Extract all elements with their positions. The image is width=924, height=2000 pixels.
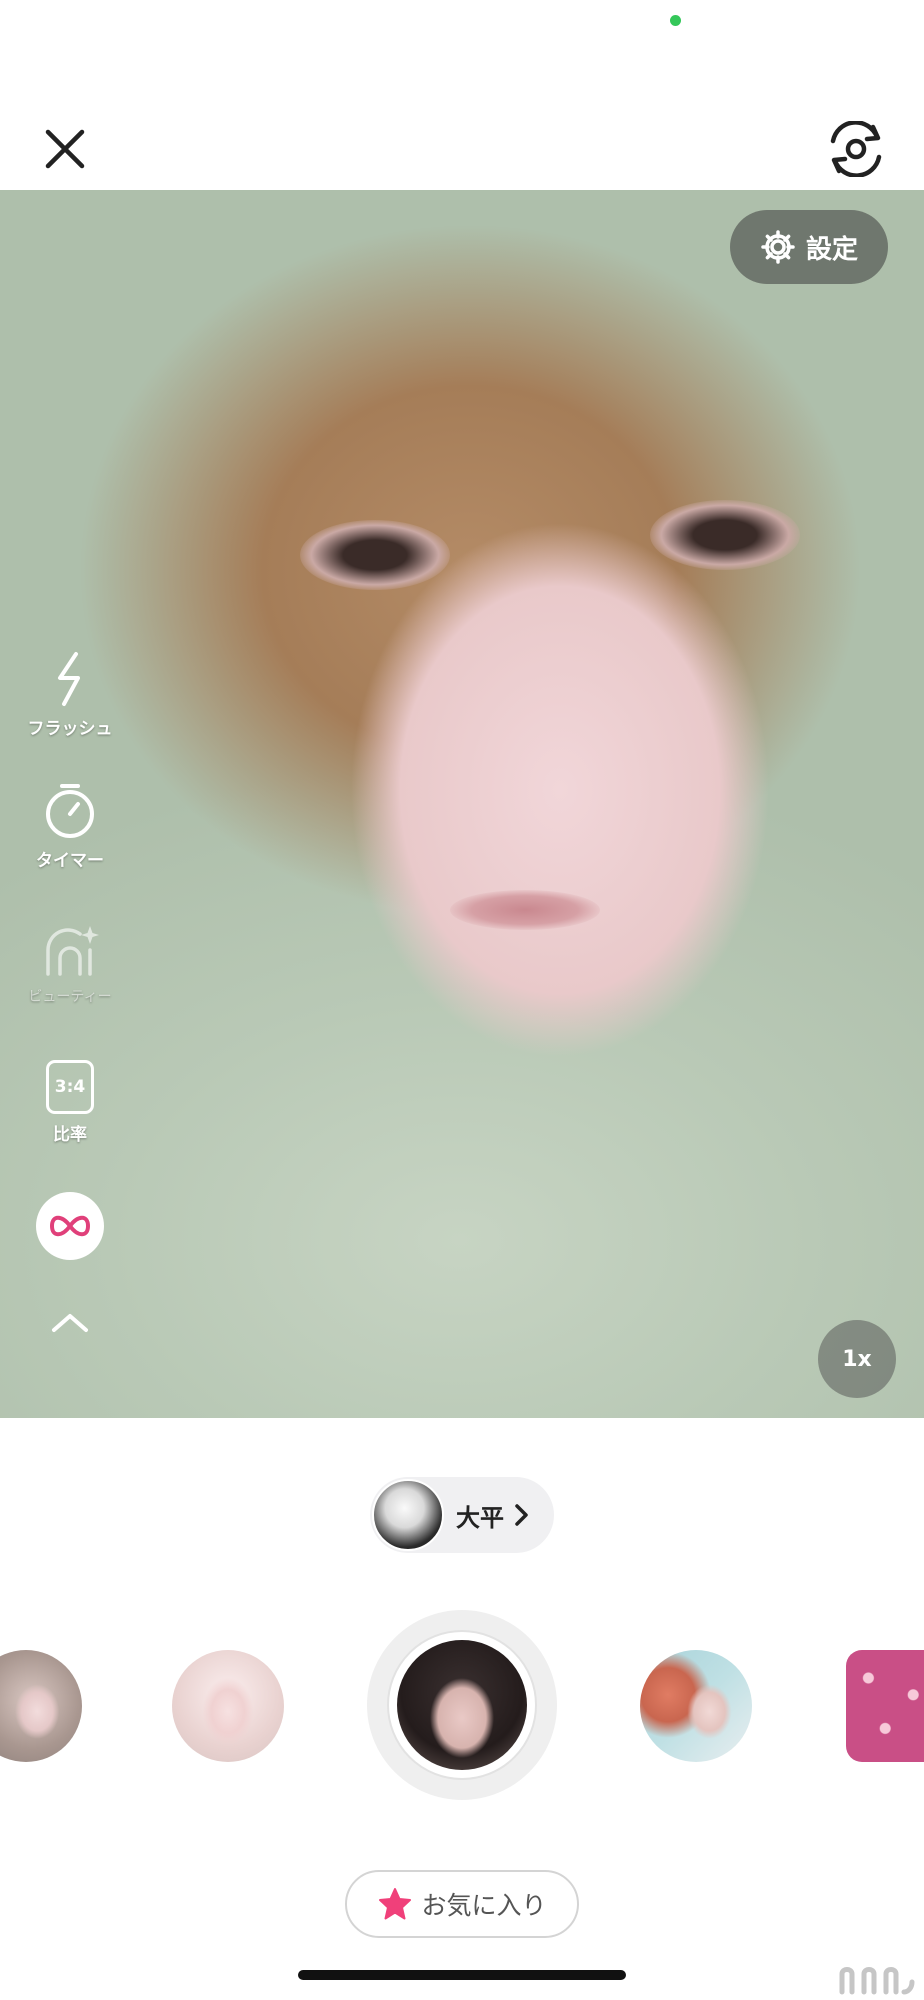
beauty-toggle[interactable]: ビューティー — [20, 920, 120, 1006]
shutter-button[interactable] — [367, 1610, 557, 1800]
preview-detail — [450, 890, 600, 930]
creator-avatar — [372, 1479, 444, 1551]
ratio-value: 3:4 — [46, 1060, 94, 1114]
beauty-face-icon — [46, 926, 99, 976]
camera-flip-button[interactable] — [820, 118, 892, 180]
gear-icon — [761, 230, 795, 264]
filter-thumb[interactable] — [0, 1650, 82, 1762]
filter-carousel — [0, 1610, 924, 1800]
close-button[interactable] — [34, 118, 96, 180]
beauty-label: ビューティー — [28, 989, 112, 1005]
filter-thumb[interactable] — [172, 1650, 284, 1762]
timer-icon — [46, 784, 94, 838]
filter-thumb[interactable] — [846, 1650, 924, 1762]
timer-label: タイマー — [36, 851, 104, 871]
top-bar — [0, 100, 924, 190]
collapse-tools-button[interactable] — [20, 1310, 120, 1334]
shutter-inner — [387, 1630, 537, 1780]
effect-button[interactable] — [20, 1192, 120, 1260]
chevron-up-icon — [52, 1314, 88, 1332]
recording-indicator — [670, 15, 681, 26]
star-icon — [379, 1888, 412, 1920]
bow-effect-icon — [50, 1215, 90, 1237]
flash-toggle[interactable]: フラッシュ — [20, 650, 120, 739]
camera-viewfinder[interactable]: 設定 フラッシュ タイマー ビューティー 3:4 比率 1x — [0, 190, 924, 1418]
flash-label: フラッシュ — [27, 719, 113, 739]
timer-toggle[interactable]: タイマー — [20, 780, 120, 871]
preview-detail — [650, 500, 800, 570]
ratio-label: 比率 — [53, 1125, 87, 1145]
preview-detail — [300, 520, 450, 590]
zoom-button[interactable]: 1x — [818, 1320, 896, 1398]
settings-button[interactable]: 設定 — [730, 210, 888, 284]
ratio-toggle[interactable]: 3:4 比率 — [20, 1060, 120, 1145]
favorites-label: お気に入り — [421, 1891, 547, 1920]
filter-thumb[interactable] — [640, 1650, 752, 1762]
settings-label: 設定 — [805, 234, 858, 265]
close-icon — [45, 129, 85, 169]
chevron-right-icon — [515, 1504, 528, 1526]
filter-thumb-selected — [397, 1640, 527, 1770]
effect-bubble — [36, 1192, 104, 1260]
filter-creator-chip[interactable]: 大平 — [370, 1477, 554, 1553]
favorites-button[interactable]: お気に入り — [345, 1870, 579, 1938]
camera-flip-icon — [830, 121, 882, 177]
watermark-logo — [838, 1962, 916, 2000]
home-indicator[interactable] — [298, 1970, 626, 1980]
flash-icon — [58, 652, 80, 706]
creator-name: 大平 — [456, 1503, 504, 1532]
